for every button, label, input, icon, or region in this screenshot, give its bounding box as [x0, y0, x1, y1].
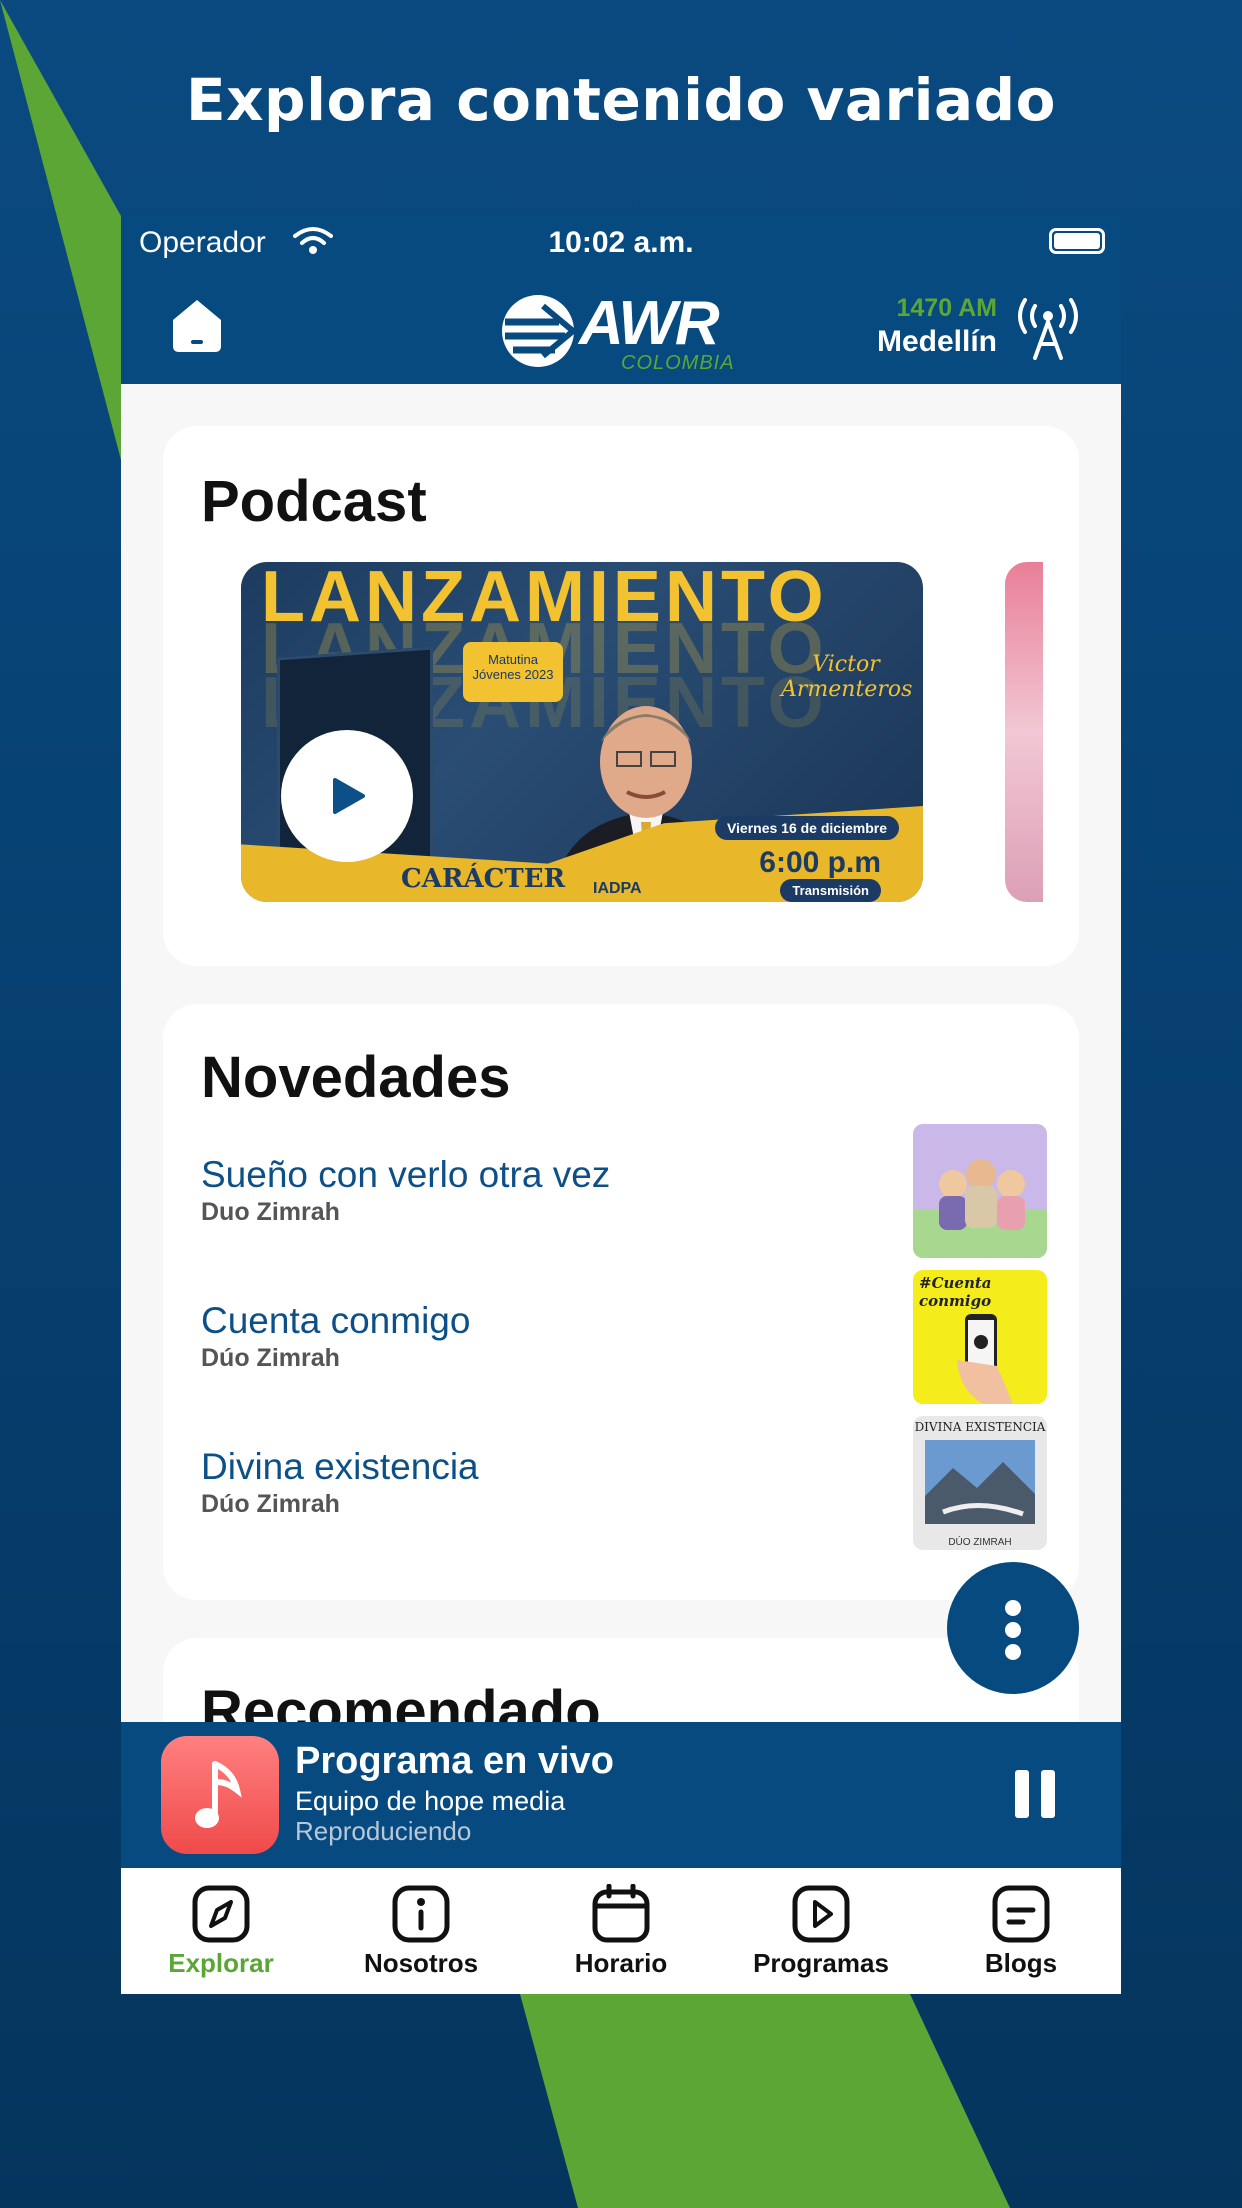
landscape-art	[925, 1440, 1035, 1524]
tab-horario[interactable]: Horario	[521, 1868, 721, 1994]
awr-logo: AWR COLOMBIA	[499, 284, 739, 376]
podcast-book-title: CARÁCTER	[401, 864, 566, 894]
podcast-section-title: Podcast	[201, 469, 427, 534]
podcast-bubble-text: Matutina Jóvenes 2023	[472, 652, 554, 682]
station-frequency: 1470 AM	[896, 294, 997, 322]
track-title: Cuenta conmigo	[201, 1300, 471, 1341]
podcast-hour: 6:00 p.m	[759, 846, 881, 879]
tab-label: Nosotros	[363, 1948, 479, 1978]
phone-frame: Operador 10:02 a.m. AWR COLOMBIA 1470 AM…	[121, 216, 1121, 1994]
antenna-icon[interactable]	[1015, 298, 1081, 360]
music-note-icon	[195, 1761, 242, 1828]
podcast-publisher: IADPA	[593, 880, 642, 897]
podcast-play-button[interactable]	[281, 730, 413, 862]
tab-blogs[interactable]: Blogs	[921, 1868, 1121, 1994]
track-artist: Dúo Zimrah	[201, 1344, 340, 1372]
tab-nosotros[interactable]: Nosotros	[321, 1868, 521, 1994]
status-bar: Operador 10:02 a.m.	[121, 216, 1121, 272]
pause-button[interactable]	[1011, 1770, 1059, 1818]
mini-player[interactable]: Programa en vivo Equipo de hope media Re…	[121, 1722, 1121, 1868]
info-icon	[392, 1885, 450, 1943]
phone-in-hand-icon	[957, 1314, 1013, 1404]
play-icon	[792, 1885, 850, 1943]
station-city: Medellín	[876, 325, 997, 358]
blog-icon	[992, 1885, 1050, 1943]
compass-icon	[192, 1885, 250, 1943]
podcast-card: Podcast LANZAMIENTO LANZAMIENTO LANZAMIE…	[163, 426, 1079, 966]
battery-icon	[1049, 228, 1105, 254]
pause-icon	[1041, 1770, 1055, 1818]
player-title: Programa en vivo	[295, 1740, 614, 1782]
track-artwork: DIVINA EXISTENCIA DÚO ZIMRAH	[913, 1416, 1047, 1550]
novedades-card: Novedades Sueño con verlo otra vez Duo Z…	[163, 1004, 1079, 1600]
player-artwork	[161, 1736, 279, 1854]
app-header: AWR COLOMBIA 1470 AM Medellín	[121, 272, 1121, 384]
podcast-label: Transmisión	[780, 879, 881, 902]
podcast-next-item[interactable]	[1005, 562, 1043, 902]
tab-label: Programas	[753, 1948, 889, 1978]
novedades-section-title: Novedades	[201, 1045, 511, 1110]
more-options-button[interactable]	[947, 1562, 1079, 1694]
podcast-item[interactable]: LANZAMIENTO LANZAMIENTO LANZAMIENTO Matu…	[241, 562, 923, 902]
tab-bar: Explorar Nosotros Horario Programas Blog…	[121, 1868, 1121, 1994]
logo-text: AWR	[579, 289, 720, 358]
player-subtitle: Equipo de hope media	[295, 1786, 566, 1816]
more-dot	[1005, 1622, 1021, 1638]
logo-globe-icon	[502, 295, 577, 367]
artwork-footer: DÚO ZIMRAH	[948, 1537, 1012, 1548]
player-status: Reproduciendo	[295, 1816, 472, 1846]
tab-label: Horario	[574, 1948, 668, 1978]
status-time: 10:02 a.m.	[548, 226, 694, 259]
tab-label: Explorar	[168, 1948, 274, 1978]
tab-explorar[interactable]: Explorar	[121, 1868, 321, 1994]
podcast-date: Viernes 16 de diciembre	[714, 816, 899, 840]
more-dot	[1005, 1600, 1021, 1616]
list-item[interactable]: Divina existencia Dúo Zimrah DIVINA EXIS…	[201, 1416, 1061, 1582]
tab-label: Blogs	[984, 1948, 1058, 1978]
station-info[interactable]: 1470 AM Medellín	[877, 294, 997, 359]
logo-subtext: COLOMBIA	[621, 352, 735, 374]
track-artist: Dúo Zimrah	[201, 1490, 340, 1518]
tab-programas[interactable]: Programas	[721, 1868, 921, 1994]
calendar-icon	[592, 1884, 650, 1943]
podcast-speaker: Victor Armenteros	[781, 652, 913, 702]
more-dot	[1005, 1644, 1021, 1660]
headline: Explora contenido variado	[186, 66, 1056, 134]
track-artwork	[913, 1124, 1047, 1258]
home-icon[interactable]	[167, 296, 227, 356]
track-title: Divina existencia	[201, 1446, 479, 1487]
track-artwork: #Cuenta conmigo	[913, 1270, 1047, 1404]
pause-icon	[1015, 1770, 1029, 1818]
track-title: Sueño con verlo otra vez	[201, 1154, 611, 1195]
scroll-content[interactable]: Podcast LANZAMIENTO LANZAMIENTO LANZAMIE…	[121, 384, 1121, 1936]
play-icon	[333, 778, 365, 814]
track-artist: Duo Zimrah	[201, 1198, 340, 1226]
